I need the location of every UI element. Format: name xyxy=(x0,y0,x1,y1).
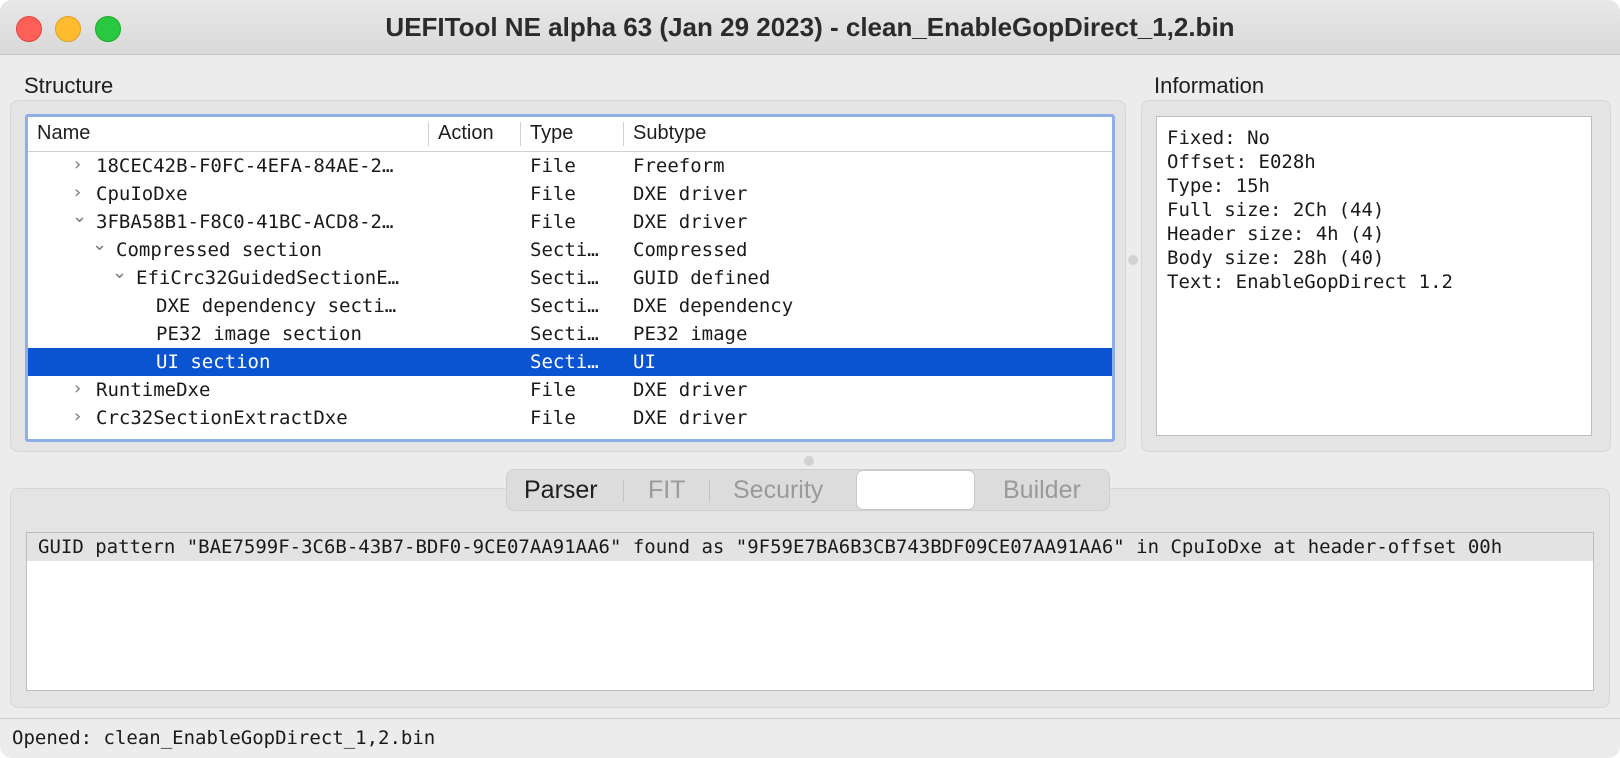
messages-list[interactable]: GUID pattern "BAE7599F-3C6B-43B7-BDF0-9C… xyxy=(26,532,1594,691)
column-header-action[interactable]: Action xyxy=(438,122,494,145)
tab-search[interactable] xyxy=(856,470,975,510)
column-divider[interactable] xyxy=(520,122,521,146)
row-subtype: PE32 image xyxy=(633,323,748,345)
status-text: Opened: clean_EnableGopDirect_1,2.bin xyxy=(12,727,436,749)
row-subtype: DXE driver xyxy=(633,407,748,429)
row-name: EfiCrc32GuidedSectionE… xyxy=(136,267,400,289)
info-line: Offset: E028h xyxy=(1167,151,1316,173)
tab-builder[interactable]: Builder xyxy=(1003,476,1081,505)
row-subtype: UI xyxy=(633,351,656,373)
tab-fit[interactable]: FIT xyxy=(648,476,686,505)
tree-row[interactable]: ⌄ 3FBA58B1-F8C0-41BC-ACD8-2… File DXE dr… xyxy=(28,206,1112,236)
chevron-right-icon[interactable]: › xyxy=(74,154,81,175)
structure-label: Structure xyxy=(24,73,114,98)
row-name: UI section xyxy=(156,351,271,373)
row-type: Secti… xyxy=(530,351,599,373)
row-type: File xyxy=(530,155,576,177)
tree-row[interactable]: ⌄ Compressed section Secti… Compressed xyxy=(28,234,1112,264)
info-line: Type: 15h xyxy=(1167,175,1270,197)
chevron-right-icon[interactable]: › xyxy=(74,406,81,427)
row-type: Secti… xyxy=(530,323,599,345)
row-type: File xyxy=(530,379,576,401)
info-line: Header size: 4h (4) xyxy=(1167,223,1385,245)
tree-row[interactable]: ⌄ EfiCrc32GuidedSectionE… Secti… GUID de… xyxy=(28,262,1112,292)
tree-row[interactable]: › CpuIoDxe File DXE driver xyxy=(28,180,1112,208)
vertical-splitter-handle[interactable] xyxy=(1128,255,1138,265)
row-name: DXE dependency secti… xyxy=(156,295,397,317)
chevron-down-icon[interactable]: ⌄ xyxy=(72,206,87,227)
row-subtype: DXE driver xyxy=(633,379,748,401)
bottom-tab-bar: Parser FIT Security Builder xyxy=(506,469,1110,511)
tab-divider xyxy=(623,480,624,502)
row-subtype: Compressed xyxy=(633,239,748,261)
tree-row[interactable]: › 18CEC42B-F0FC-4EFA-84AE-2… File Freefo… xyxy=(28,152,1112,180)
info-line: Text: EnableGopDirect 1.2 xyxy=(1167,271,1453,293)
horizontal-splitter-handle[interactable] xyxy=(804,456,814,466)
column-header-name[interactable]: Name xyxy=(37,122,90,145)
status-bar: Opened: clean_EnableGopDirect_1,2.bin xyxy=(0,718,1620,758)
column-header-subtype[interactable]: Subtype xyxy=(633,122,706,145)
row-name: RuntimeDxe xyxy=(96,379,211,401)
row-type: File xyxy=(530,407,576,429)
tab-parser[interactable]: Parser xyxy=(524,476,598,505)
information-label: Information xyxy=(1154,73,1265,98)
row-subtype: DXE dependency xyxy=(633,295,794,317)
chevron-down-icon[interactable]: ⌄ xyxy=(112,262,127,283)
tree-row[interactable]: › Crc32SectionExtractDxe File DXE driver xyxy=(28,404,1112,432)
chevron-right-icon[interactable]: › xyxy=(74,378,81,399)
row-subtype: GUID defined xyxy=(633,267,771,289)
tree-row[interactable]: PE32 image section Secti… PE32 image xyxy=(28,320,1112,348)
information-text-panel[interactable]: Fixed: No Offset: E028h Type: 15h Full s… xyxy=(1156,116,1592,436)
chevron-right-icon[interactable]: › xyxy=(74,182,81,203)
tree-row[interactable]: DXE dependency secti… Secti… DXE depende… xyxy=(28,292,1112,320)
structure-tree[interactable]: Name Action Type Subtype › 18CEC42B-F0FC… xyxy=(25,114,1115,442)
info-line: Full size: 2Ch (44) xyxy=(1167,199,1385,221)
tab-divider xyxy=(709,480,710,502)
tree-row-selected[interactable]: UI section Secti… UI xyxy=(28,348,1112,376)
info-line: Body size: 28h (40) xyxy=(1167,247,1385,269)
tree-rows: › 18CEC42B-F0FC-4EFA-84AE-2… File Freefo… xyxy=(28,152,1112,432)
row-type: File xyxy=(530,211,576,233)
chevron-down-icon[interactable]: ⌄ xyxy=(92,234,107,255)
row-subtype: Freeform xyxy=(633,155,725,177)
tab-security[interactable]: Security xyxy=(733,476,823,505)
app-window: UEFITool NE alpha 63 (Jan 29 2023) - cle… xyxy=(0,0,1620,758)
row-subtype: DXE driver xyxy=(633,183,748,205)
row-name: Crc32SectionExtractDxe xyxy=(96,407,348,429)
row-type: File xyxy=(530,183,576,205)
message-text: GUID pattern "BAE7599F-3C6B-43B7-BDF0-9C… xyxy=(38,536,1503,558)
row-name: CpuIoDxe xyxy=(96,183,188,205)
row-name: 3FBA58B1-F8C0-41BC-ACD8-2… xyxy=(96,211,394,233)
tree-header: Name Action Type Subtype xyxy=(28,117,1112,152)
row-name: 18CEC42B-F0FC-4EFA-84AE-2… xyxy=(96,155,394,177)
column-divider[interactable] xyxy=(428,122,429,146)
message-row[interactable]: GUID pattern "BAE7599F-3C6B-43B7-BDF0-9C… xyxy=(27,533,1593,561)
row-name: Compressed section xyxy=(116,239,322,261)
tree-row[interactable]: › RuntimeDxe File DXE driver xyxy=(28,376,1112,404)
row-name: PE32 image section xyxy=(156,323,362,345)
row-subtype: DXE driver xyxy=(633,211,748,233)
column-header-type[interactable]: Type xyxy=(530,122,573,145)
window-title: UEFITool NE alpha 63 (Jan 29 2023) - cle… xyxy=(385,12,1235,42)
row-type: Secti… xyxy=(530,295,599,317)
row-type: Secti… xyxy=(530,239,599,261)
row-type: Secti… xyxy=(530,267,599,289)
info-line: Fixed: No xyxy=(1167,127,1270,149)
title-bar: UEFITool NE alpha 63 (Jan 29 2023) - cle… xyxy=(0,0,1620,55)
column-divider[interactable] xyxy=(623,122,624,146)
